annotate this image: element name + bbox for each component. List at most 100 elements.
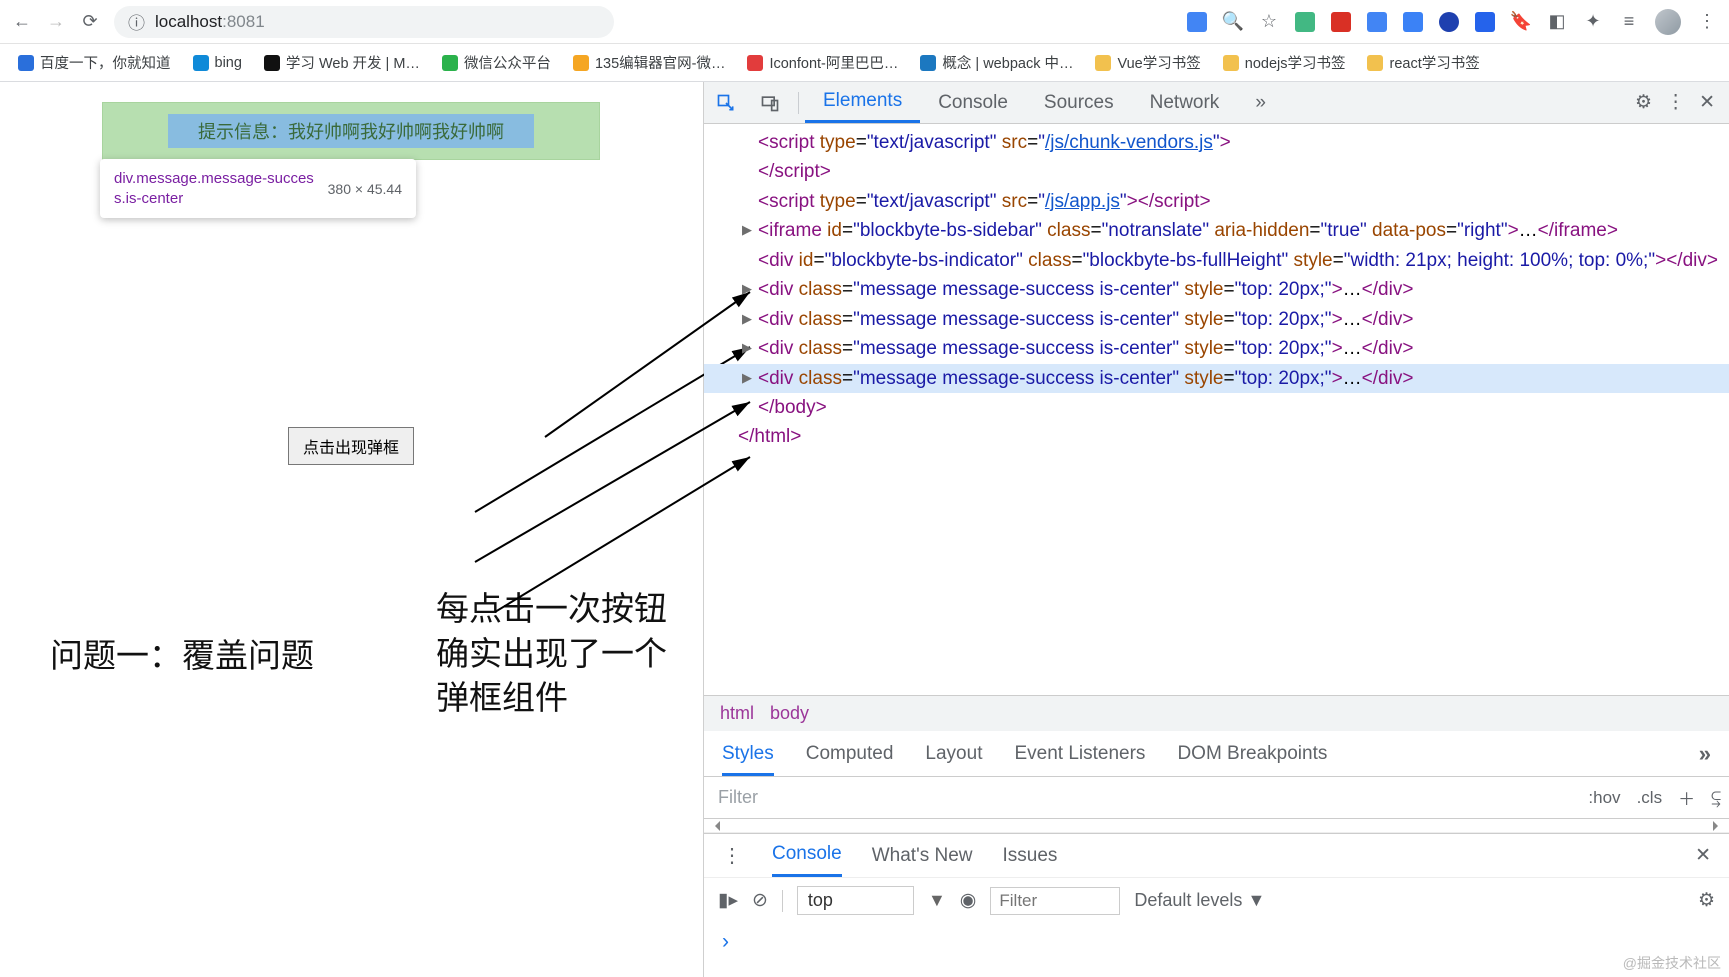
dom-node[interactable]: <script type="text/javascript" src="/js/… — [704, 187, 1729, 216]
bookmark-item[interactable]: 百度一下，你就知道 — [18, 52, 171, 73]
reading-list-icon[interactable]: ≡ — [1619, 12, 1639, 32]
ext-blue-icon[interactable] — [1367, 12, 1387, 32]
expand-icon[interactable]: ▶ — [742, 368, 752, 388]
inspect-element-icon[interactable] — [704, 93, 748, 113]
expand-icon[interactable]: ▶ — [742, 309, 752, 329]
devtools-tab-console[interactable]: Console — [920, 82, 1026, 123]
vue-ext-icon[interactable] — [1295, 12, 1315, 32]
live-expression-icon[interactable]: ◉ — [960, 889, 977, 912]
bookmark-item[interactable]: react学习书签 — [1367, 52, 1479, 73]
styles-tab-styles[interactable]: Styles — [722, 743, 774, 776]
expand-icon[interactable]: ▶ — [742, 338, 752, 358]
menu-icon[interactable]: ⋮ — [1697, 12, 1717, 32]
dom-node[interactable]: ▶<iframe id="blockbyte-bs-sidebar" class… — [704, 216, 1729, 245]
expand-icon[interactable]: ▶ — [742, 220, 752, 240]
dom-node[interactable]: <div id="blockbyte-bs-indicator" class="… — [704, 246, 1729, 275]
dom-tree[interactable]: <script type="text/javascript" src="/js/… — [704, 124, 1729, 695]
back-icon[interactable]: ← — [12, 12, 32, 32]
star-icon[interactable]: ☆ — [1259, 12, 1279, 32]
drawer-tab-what-s-new[interactable]: What's New — [872, 845, 973, 867]
site-info-icon[interactable]: ⓘ — [128, 9, 145, 34]
ext-blue3-icon[interactable] — [1475, 12, 1495, 32]
url-host: localhost — [155, 12, 222, 31]
dom-node[interactable]: ▶<div class="message message-success is-… — [704, 305, 1729, 334]
console-filter-input[interactable] — [990, 887, 1120, 915]
sidebar-ext-icon[interactable]: ◧ — [1547, 12, 1567, 32]
address-bar[interactable]: ⓘ localhost:8081 — [114, 6, 614, 38]
bookmark-item[interactable]: bing — [193, 55, 242, 71]
console-prompt[interactable]: › — [704, 923, 1729, 977]
toast-message: 提示信息：我好帅啊我好帅啊我好帅啊 — [102, 102, 600, 160]
styles-filter-input[interactable] — [704, 787, 1580, 808]
dom-node[interactable]: <script type="text/javascript" src="/js/… — [704, 128, 1729, 157]
styles-tab-layout[interactable]: Layout — [925, 743, 982, 765]
dom-node[interactable]: </body> — [704, 393, 1729, 422]
context-selector[interactable]: top — [797, 886, 914, 915]
cls-toggle[interactable]: .cls — [1629, 788, 1671, 808]
console-settings-icon[interactable]: ⚙ — [1698, 889, 1715, 912]
browser-toolbar: ← → ⟳ ⓘ localhost:8081 🔍 ☆ 🔖 ◧ ✦ ≡ ⋮ — [0, 0, 1729, 44]
styles-tab-event-listeners[interactable]: Event Listeners — [1014, 743, 1145, 765]
dom-node[interactable]: ▶<div class="message message-success is-… — [704, 334, 1729, 363]
console-toolbar: ▮▸ ⊘ top ▼ ◉ Default levels ▼ ⚙ — [704, 877, 1729, 923]
more-styles-icon[interactable]: » — [1699, 741, 1711, 767]
kebab-menu-icon[interactable]: ⋮ — [1666, 91, 1685, 114]
trigger-popup-button[interactable]: 点击出现弹框 — [288, 427, 414, 465]
crumb-body[interactable]: body — [770, 703, 809, 724]
watermark: @掘金技术社区 — [1623, 953, 1721, 973]
bookmark-item[interactable]: 概念 | webpack 中… — [920, 52, 1073, 73]
context-caret-icon[interactable]: ▼ — [928, 890, 946, 911]
tooltip-dimensions: 380 × 45.44 — [328, 181, 402, 197]
reload-icon[interactable]: ⟳ — [80, 12, 100, 32]
bookmark-item[interactable]: 学习 Web 开发 | M… — [264, 52, 420, 73]
bookmark-item[interactable]: 135编辑器官网-微… — [573, 52, 726, 73]
new-rule-icon[interactable]: ＋ — [1670, 785, 1703, 810]
close-drawer-icon[interactable]: ✕ — [1695, 844, 1711, 867]
bookmark-item[interactable]: nodejs学习书签 — [1223, 52, 1346, 73]
expand-icon[interactable]: ▶ — [742, 279, 752, 299]
forward-icon[interactable]: → — [46, 12, 66, 32]
clear-console-icon[interactable]: ⊘ — [752, 889, 768, 912]
bookmark-item[interactable]: Iconfont-阿里巴巴… — [747, 52, 898, 73]
styles-pane-toggle-icon[interactable]: ⥹ — [1703, 788, 1729, 808]
dom-node[interactable]: ▶<div class="message message-success is-… — [704, 275, 1729, 304]
drawer-tab-issues[interactable]: Issues — [1002, 845, 1057, 867]
devtools-panel: ElementsConsoleSourcesNetwork » ⚙ ⋮ ✕ <s… — [704, 82, 1729, 977]
profile-avatar[interactable] — [1655, 9, 1681, 35]
hov-toggle[interactable]: :hov — [1580, 788, 1628, 808]
device-toggle-icon[interactable] — [748, 93, 792, 113]
extensions-icon[interactable]: ✦ — [1583, 12, 1603, 32]
bookmark-item[interactable]: Vue学习书签 — [1095, 52, 1200, 73]
devtools-tab-elements[interactable]: Elements — [805, 82, 920, 123]
breadcrumb[interactable]: html body — [704, 695, 1729, 731]
styles-tab-dom-breakpoints[interactable]: DOM Breakpoints — [1177, 743, 1327, 765]
extension-row: 🔍 ☆ 🔖 ◧ ✦ ≡ ⋮ — [1187, 9, 1717, 35]
more-tabs-icon[interactable]: » — [1237, 82, 1284, 123]
drawer-tab-console[interactable]: Console — [772, 834, 842, 877]
settings-icon[interactable]: ⚙ — [1635, 91, 1652, 114]
bookmark-side-icon[interactable]: 🔖 — [1511, 12, 1531, 32]
styles-scroll-hint — [704, 819, 1729, 833]
crumb-html[interactable]: html — [720, 703, 754, 724]
ext-circle-icon[interactable] — [1439, 12, 1459, 32]
dom-node[interactable]: </script> — [704, 157, 1729, 186]
inspect-tooltip: div.message.message-success.is-center 38… — [100, 159, 416, 218]
zoom-icon[interactable]: 🔍 — [1223, 12, 1243, 32]
dom-node[interactable]: </html> — [704, 422, 1729, 451]
translate-icon[interactable] — [1187, 12, 1207, 32]
close-devtools-icon[interactable]: ✕ — [1699, 91, 1715, 114]
drawer-menu-icon[interactable]: ⋮ — [722, 843, 742, 868]
bookmark-item[interactable]: 微信公众平台 — [442, 52, 551, 73]
page-viewport: 提示信息：我好帅啊我好帅啊我好帅啊 div.message.message-su… — [0, 82, 704, 977]
styles-tab-computed[interactable]: Computed — [806, 743, 894, 765]
ext-red-icon[interactable] — [1331, 12, 1351, 32]
log-levels-selector[interactable]: Default levels ▼ — [1134, 890, 1265, 911]
devtools-tab-network[interactable]: Network — [1132, 82, 1238, 123]
tooltip-selector: div.message.message-success.is-center — [114, 169, 314, 208]
drawer-tab-strip: ⋮ Console What's New Issues ✕ — [704, 833, 1729, 877]
ext-blue2-icon[interactable] — [1403, 12, 1423, 32]
dom-node[interactable]: ▶<div class="message message-success is-… — [704, 364, 1729, 393]
devtools-tab-sources[interactable]: Sources — [1026, 82, 1132, 123]
styles-tab-strip: Styles Computed Layout Event Listeners DOM B… — [704, 731, 1729, 777]
console-sidebar-icon[interactable]: ▮▸ — [718, 889, 738, 912]
